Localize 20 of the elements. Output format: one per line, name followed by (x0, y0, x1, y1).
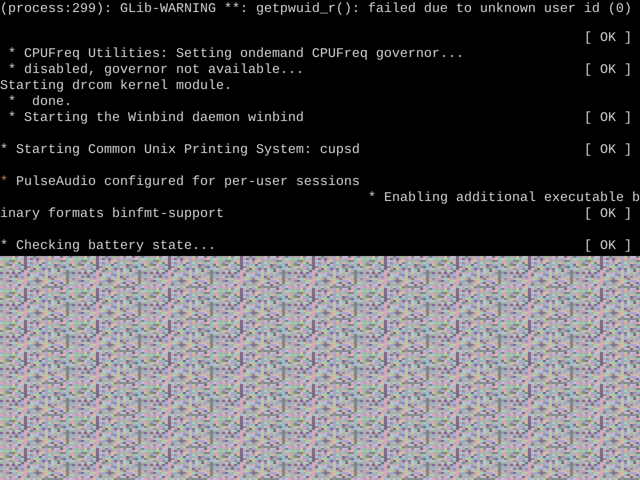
status-ok: [ OK ] (584, 207, 632, 223)
status-ok: [ OK ] (584, 239, 632, 255)
console-text: Checking battery state... (14, 239, 216, 255)
asterisk-text: * (0, 175, 8, 191)
asterisk-text: * (0, 143, 8, 159)
console-text: * disabled, governor not available... (6, 63, 304, 79)
status-ok: [ OK ] (584, 31, 632, 47)
status-ok: [ OK ] (584, 143, 632, 159)
console-text: inary formats binfmt-support (0, 207, 224, 223)
console-text: * done. (6, 95, 72, 111)
console-text: Starting Common Unix Printing System: cupsd (14, 143, 360, 159)
status-ok: [ OK ] (584, 63, 632, 79)
console-text: (process:299): GLib-WARNING **: getpwuid_r(): failed due to unknown user id (0) (0, 2, 632, 18)
asterisk-text: * (0, 239, 8, 255)
console-text: Starting drcom kernel module. (0, 79, 232, 95)
console-text: * CPUFreq Utilities: Setting ondemand CPUFreq governor... (6, 47, 464, 63)
status-ok: [ OK ] (584, 111, 632, 127)
console-text: PulseAudio configured for per-user sessions (14, 175, 360, 191)
console-text: * Starting the Winbind daemon winbind (6, 111, 304, 127)
console-text: * Enabling additional executable b (368, 191, 640, 207)
